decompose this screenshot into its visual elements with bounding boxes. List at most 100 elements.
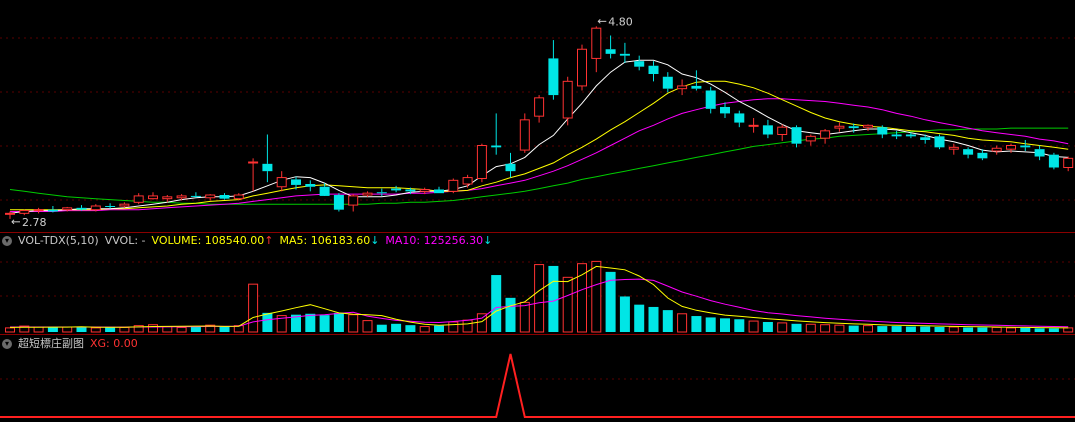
candle [491, 113, 502, 155]
candle-body [720, 107, 730, 114]
volume-up-arrow: ↑ [264, 234, 274, 247]
candle [333, 193, 344, 212]
candle [305, 180, 316, 192]
candle-body [619, 53, 630, 56]
candle-body [333, 195, 344, 210]
candle-body [434, 189, 444, 194]
volume-bar [991, 326, 1002, 333]
volume-bar [534, 264, 545, 333]
candle [190, 192, 201, 198]
candle-body [448, 179, 459, 192]
volume-bar [1020, 327, 1031, 332]
candle-body [748, 124, 759, 127]
volume-bar [33, 326, 44, 333]
volume-bar [619, 296, 630, 332]
candle-body [1034, 149, 1045, 157]
volume-bar [248, 283, 259, 333]
candle [748, 118, 759, 133]
candle-body [5, 212, 15, 215]
volume-bar [634, 304, 645, 332]
candle-body [133, 195, 144, 203]
volume-bar [734, 319, 745, 332]
candle-body [262, 163, 273, 172]
volume-bar [591, 260, 602, 333]
volume-bar [391, 323, 402, 332]
indicator-name[interactable]: 超短標庄副图 [18, 337, 84, 350]
candle [1034, 145, 1045, 161]
volume-bar [119, 326, 130, 333]
candle [519, 113, 530, 153]
volume-bar [176, 326, 187, 333]
signal-chart[interactable] [0, 353, 1075, 418]
price-chart[interactable] [5, 26, 1074, 219]
candle-body [391, 188, 402, 191]
volume-bar [434, 325, 444, 332]
candle [677, 79, 688, 96]
candle-body [562, 80, 573, 119]
candle-body [977, 152, 988, 159]
candle-body [305, 184, 316, 187]
candle [734, 110, 745, 128]
volume-bar [5, 327, 15, 333]
candle-body [877, 127, 888, 135]
volume-bar [820, 324, 831, 333]
volume-bar [677, 313, 688, 333]
volume-bar [305, 313, 316, 332]
candle [705, 86, 716, 114]
candle [691, 70, 702, 91]
candle-body [33, 209, 44, 212]
candle-body [920, 137, 931, 140]
candle [391, 185, 402, 193]
volume-bar [762, 321, 773, 332]
volume-bar [348, 314, 359, 333]
candle [462, 174, 473, 188]
candle [362, 191, 373, 197]
candle-body [405, 189, 416, 192]
candle-body [805, 135, 816, 142]
ma5-value: MA5: 106183.60 [279, 234, 371, 247]
volume-panel-header: ▾ VOL-TDX(5,10) VVOL: - VOLUME: 108540.00↑ M… [0, 233, 498, 249]
volume-bar [1048, 328, 1059, 332]
candle-body [762, 125, 773, 135]
volume-bar [705, 317, 716, 332]
candle [648, 61, 659, 82]
chevron-down-icon[interactable]: ▾ [2, 339, 12, 349]
candle [577, 44, 587, 91]
candle-body [848, 126, 859, 129]
candle [33, 207, 44, 214]
chevron-down-icon[interactable]: ▾ [2, 236, 12, 246]
candle-body [90, 205, 101, 211]
volume-bar [262, 312, 273, 332]
vvol-label: VVOL: - [104, 234, 146, 247]
chart-canvas[interactable]: 4.80 2.78 [0, 0, 1075, 422]
candle-body [119, 203, 130, 207]
candle-body [662, 76, 673, 89]
volume-bar [362, 320, 373, 333]
candle-body [963, 149, 974, 155]
volume-bar [333, 312, 344, 332]
candle-body [219, 195, 230, 199]
indicator-name[interactable]: VOL-TDX(5,10) [18, 234, 99, 247]
ma5-label: MA5: 106183.60↓ [279, 234, 379, 247]
ma-line-green [9, 127, 1069, 205]
volume-bar [905, 326, 916, 332]
volume-chart[interactable] [5, 260, 1074, 333]
candle-body [190, 195, 201, 197]
volume-bar [920, 326, 931, 332]
volume-bar [419, 326, 430, 333]
candle-body [462, 177, 473, 185]
volume-bar [691, 316, 702, 332]
volume-bar [519, 301, 530, 333]
candle-body [476, 145, 487, 179]
volume-bar [748, 320, 759, 333]
candle-body [176, 195, 187, 199]
volume-bar [720, 318, 730, 332]
candle [348, 194, 359, 212]
candle-body [605, 49, 616, 54]
candle-body [991, 147, 1002, 152]
volume-bar [47, 327, 58, 332]
candle [534, 95, 545, 123]
high-price-label: 4.80 [608, 15, 633, 28]
xg-label: XG: 0.00 [90, 337, 138, 350]
candle [877, 125, 888, 139]
